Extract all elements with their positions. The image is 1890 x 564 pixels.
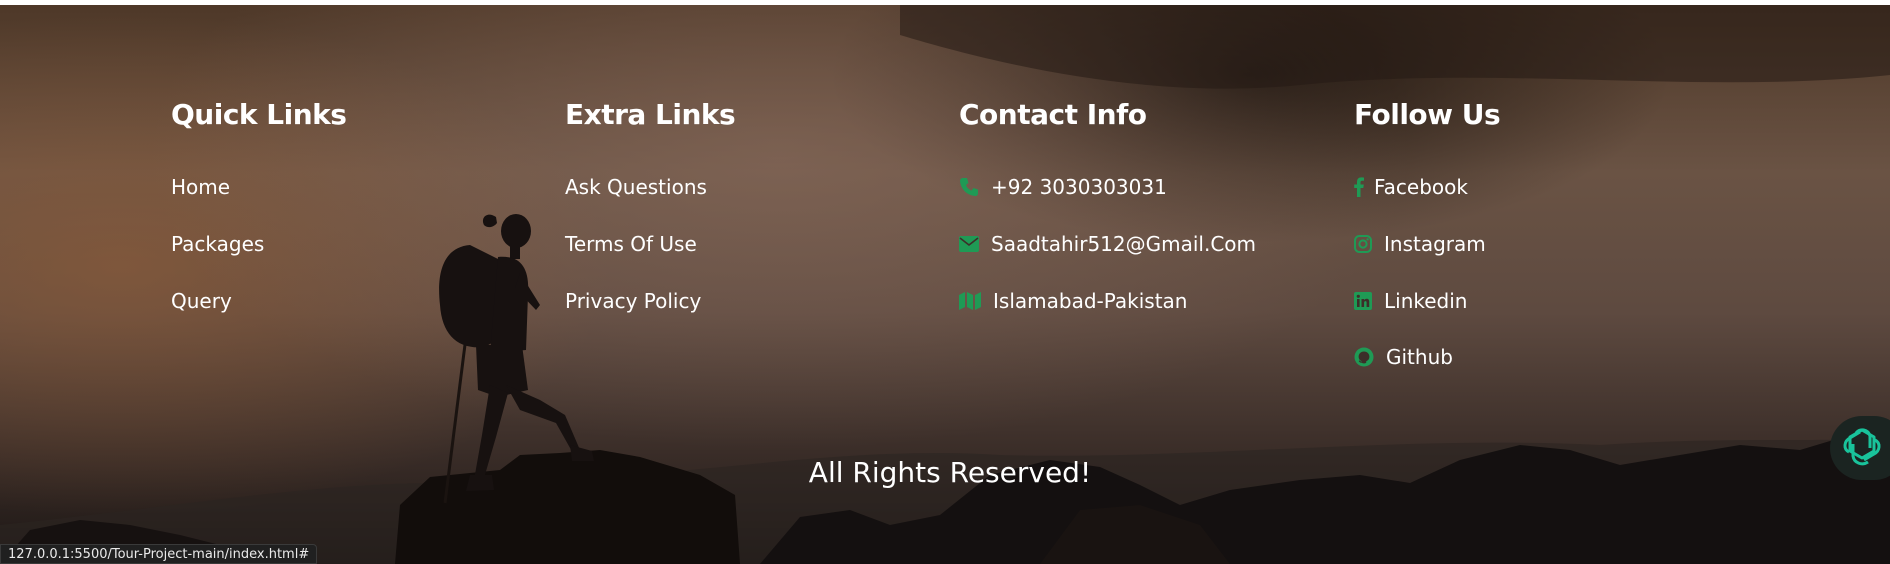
social-link-label: Linkedin xyxy=(1384,289,1468,313)
footer-column-follow-us: Follow Us Facebook Instagram Linkedin Gi… xyxy=(1354,97,1501,369)
footer-column-contact-info: Contact Info +92 3030303031 Saadtahir512… xyxy=(959,97,1256,313)
social-link-linkedin[interactable]: Linkedin xyxy=(1354,289,1467,313)
follow-us-heading: Follow Us xyxy=(1354,98,1501,131)
footer-link-label: Terms Of Use xyxy=(565,232,697,256)
footer-link-label: Privacy Policy xyxy=(565,289,702,313)
social-link-label: Github xyxy=(1386,345,1453,369)
facebook-icon xyxy=(1354,177,1364,197)
copyright-text: All Rights Reserved! xyxy=(808,456,1092,489)
contact-info-heading: Contact Info xyxy=(959,98,1147,131)
github-icon xyxy=(1354,347,1374,367)
footer-link-label: Query xyxy=(171,289,232,313)
footer-link-query[interactable]: Query xyxy=(171,289,232,313)
extra-links-heading: Extra Links xyxy=(565,98,736,131)
site-footer: Quick Links Home Packages Query Extra Li… xyxy=(0,5,1890,564)
footer-link-label: Ask Questions xyxy=(565,175,707,199)
footer-link-label: Packages xyxy=(171,232,265,256)
footer-link-label: Home xyxy=(171,175,231,199)
social-link-instagram[interactable]: Instagram xyxy=(1354,232,1486,256)
envelope-icon xyxy=(959,236,979,252)
contact-email-text: Saadtahir512@Gmail.Com xyxy=(991,232,1257,256)
footer-link-terms-of-use[interactable]: Terms Of Use xyxy=(565,232,697,256)
contact-phone-text: +92 3030303031 xyxy=(991,175,1167,199)
assistant-widget-button[interactable] xyxy=(1830,416,1890,480)
footer-link-ask-questions[interactable]: Ask Questions xyxy=(565,175,707,199)
footer-link-home[interactable]: Home xyxy=(171,175,230,199)
quick-links-heading: Quick Links xyxy=(171,98,347,131)
social-link-github[interactable]: Github xyxy=(1354,345,1453,369)
instagram-icon xyxy=(1354,235,1372,253)
map-icon xyxy=(959,292,981,310)
social-link-label: Instagram xyxy=(1384,232,1486,256)
contact-location-link[interactable]: Islamabad-Pakistan xyxy=(959,289,1187,313)
footer-column-quick-links: Quick Links Home Packages Query xyxy=(171,97,347,313)
linkedin-icon xyxy=(1354,292,1372,310)
openai-assistant-icon xyxy=(1840,424,1884,472)
contact-phone-link[interactable]: +92 3030303031 xyxy=(959,175,1167,199)
contact-email-link[interactable]: Saadtahir512@Gmail.Com xyxy=(959,232,1256,256)
contact-location-text: Islamabad-Pakistan xyxy=(993,289,1188,313)
social-link-label: Facebook xyxy=(1374,175,1468,199)
footer-column-extra-links: Extra Links Ask Questions Terms Of Use P… xyxy=(565,97,736,313)
social-link-facebook[interactable]: Facebook xyxy=(1354,175,1468,199)
browser-status-url: 127.0.0.1:5500/Tour-Project-main/index.h… xyxy=(0,544,318,564)
footer-link-packages[interactable]: Packages xyxy=(171,232,264,256)
phone-icon xyxy=(959,177,979,197)
footer-link-privacy-policy[interactable]: Privacy Policy xyxy=(565,289,701,313)
